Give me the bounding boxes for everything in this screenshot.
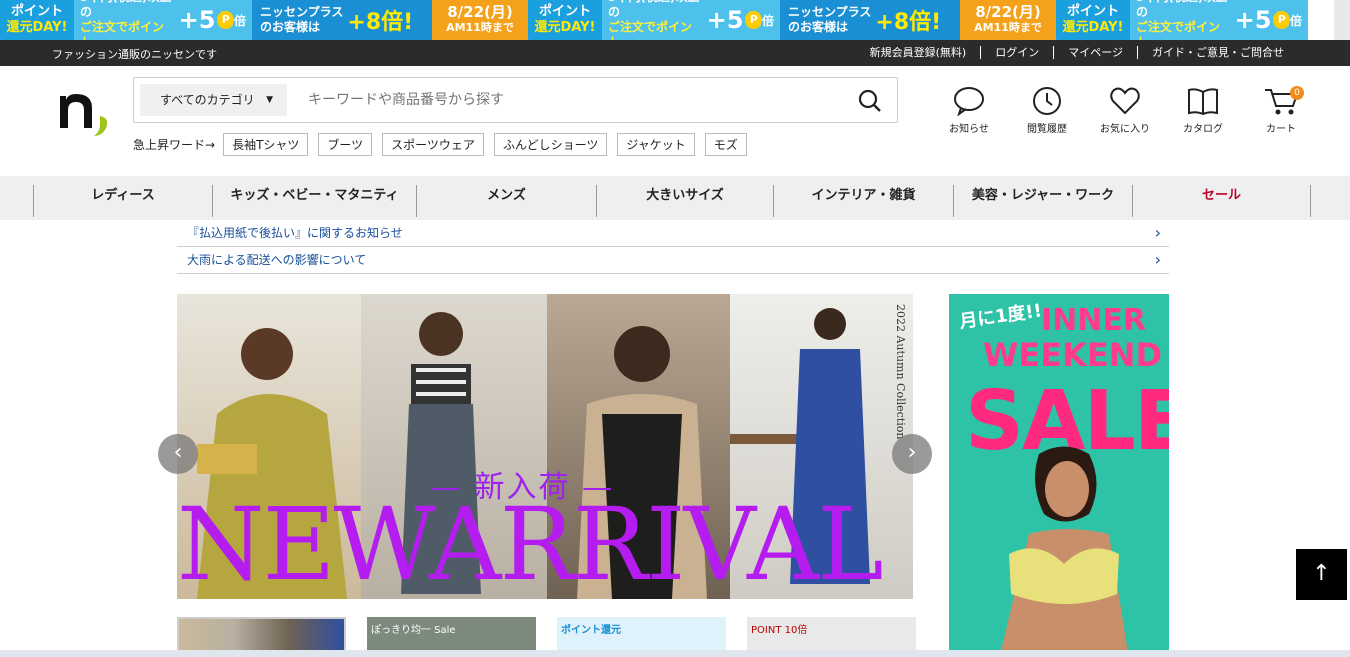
ad-monthly-label: 月に1度!! <box>958 300 1044 333</box>
catalog-button[interactable]: カタログ <box>1164 86 1242 135</box>
carousel-prev-button[interactable]: ‹ <box>158 434 198 474</box>
clock-icon <box>1033 87 1061 115</box>
search-input[interactable] <box>294 84 834 116</box>
favorites-button[interactable]: お気に入り <box>1086 86 1164 135</box>
point-condition: 5千円(税込)以上のご注文でポイント+5P倍 <box>602 0 780 40</box>
point-icon: P <box>745 11 762 29</box>
search-bar: すべてのカテゴリ ▼ <box>133 77 898 123</box>
chevron-down-icon: ▼ <box>266 95 273 105</box>
login-link[interactable]: ログイン <box>981 46 1055 59</box>
nav-interior[interactable]: インテリア・雑貨 <box>774 185 954 217</box>
heart-icon <box>1110 87 1140 115</box>
nissen-plus-offer: ニッセンプラス のお客様は +8倍! <box>780 0 960 40</box>
back-to-top-button[interactable]: ↑ <box>1296 549 1347 600</box>
notifications-button[interactable]: お知らせ <box>930 86 1008 135</box>
trend-chip[interactable]: スポーツウェア <box>382 133 484 156</box>
point-day-label: ポイント 還元DAY! <box>528 0 602 40</box>
trend-chip[interactable]: ブーツ <box>318 133 373 156</box>
deadline: 8/22(月) AM11時まで <box>960 0 1056 40</box>
mypage-link[interactable]: マイページ <box>1054 46 1138 59</box>
hero-title: NEWARRIVAL <box>177 486 884 600</box>
point-day-label: ポイント 還元DAY! <box>1056 0 1130 40</box>
trending-label: 急上昇ワード→ <box>133 138 216 152</box>
model-photo <box>999 446 1129 657</box>
guide-link[interactable]: ガイド・ご意見・ご問合せ <box>1138 46 1298 59</box>
history-button[interactable]: 閲覧履歴 <box>1008 86 1086 135</box>
point-icon: P <box>217 11 234 29</box>
trend-chip[interactable]: ふんどしショーツ <box>493 133 608 156</box>
point-icon: P <box>1273 11 1290 29</box>
horizontal-scrollbar[interactable] <box>0 650 1350 657</box>
header-icons: お知らせ 閲覧履歴 お気に入り カタログ 0 カート <box>930 86 1320 135</box>
trend-chip[interactable]: ジャケット <box>617 133 695 156</box>
ad-line1: INNER <box>1041 303 1146 338</box>
register-link[interactable]: 新規会員登録(無料) <box>856 46 982 59</box>
promo-segment[interactable]: ポイント還元DAY! 5千円(税込)以上のご注文でポイント+5P倍 ニッセンプラ… <box>528 0 1056 40</box>
nav-beauty-leisure-work[interactable]: 美容・レジャー・ワーク <box>954 185 1133 217</box>
trending-keywords: 急上昇ワード→ 長袖Tシャツ ブーツ スポーツウェア ふんどしショーツ ジャケッ… <box>133 133 757 156</box>
notice-item[interactable]: 『払込用紙で後払い』に関するお知らせ › <box>177 220 1169 247</box>
collection-label: 2022 Autumn Collection <box>894 304 907 440</box>
promo-banner[interactable]: ポイント還元DAY! 5千円(税込)以上のご注文でポイント+5P倍 ニッセンプラ… <box>0 0 1350 40</box>
cart-button[interactable]: 0 カート <box>1242 86 1320 135</box>
point-condition: 5千円(税込)以上のご注文でポイント+5P倍 <box>74 0 252 40</box>
category-nav: レディース キッズ・ベビー・マタニティ メンズ 大きいサイズ インテリア・雑貨 … <box>0 176 1350 220</box>
chat-bubble-icon <box>954 87 984 116</box>
promo-segment[interactable]: ポイント還元DAY! 5千円(税込)以上のご注文でポイント+5P倍 <box>1056 0 1308 40</box>
trend-chip[interactable]: 長袖Tシャツ <box>223 133 309 156</box>
top-bar: ファッション通販のニッセンです 新規会員登録(無料) ログイン マイページ ガイ… <box>0 40 1350 66</box>
nav-kids-baby-maternity[interactable]: キッズ・ベビー・マタニティ <box>213 185 417 217</box>
nissen-logo[interactable] <box>56 88 112 138</box>
deadline: 8/22(月) AM11時まで <box>432 0 528 40</box>
nav-mens[interactable]: メンズ <box>417 185 597 217</box>
book-icon <box>1188 88 1218 116</box>
point-day-label: ポイント 還元DAY! <box>0 0 74 40</box>
hero-carousel[interactable]: 2022 Autumn Collection — 新入荷 — NEWARRIVA… <box>177 294 913 599</box>
nav-sale[interactable]: セール <box>1133 185 1311 217</box>
carousel-next-button[interactable]: › <box>892 434 932 474</box>
ad-line2: WEEKEND <box>983 336 1163 374</box>
nissen-plus-offer: ニッセンプラス のお客様は +8倍! <box>252 0 432 40</box>
account-links: 新規会員登録(無料) ログイン マイページ ガイド・ご意見・ご問合せ <box>856 46 1298 59</box>
inner-weekend-sale-banner[interactable]: 月に1度!! INNER WEEKEND SALE <box>949 294 1169 657</box>
site-tagline: ファッション通販のニッセンです <box>52 48 217 61</box>
cart-count-badge: 0 <box>1290 86 1304 100</box>
search-icon[interactable] <box>857 88 883 114</box>
point-condition: 5千円(税込)以上のご注文でポイント+5P倍 <box>1130 0 1308 40</box>
trend-chip[interactable]: モズ <box>704 133 747 156</box>
category-select[interactable]: すべてのカテゴリ ▼ <box>140 84 287 116</box>
notice-item[interactable]: 大雨による配送への影響について › <box>177 247 1169 274</box>
promo-segment[interactable]: ポイント還元DAY! 5千円(税込)以上のご注文でポイント+5P倍 ニッセンプラ… <box>0 0 528 40</box>
notice-list: 『払込用紙で後払い』に関するお知らせ › 大雨による配送への影響について › <box>177 220 1169 274</box>
scrollbar[interactable] <box>1334 0 1350 40</box>
nav-ladies[interactable]: レディース <box>34 185 213 217</box>
chevron-right-icon: › <box>1154 250 1161 269</box>
nav-large-sizes[interactable]: 大きいサイズ <box>597 185 774 217</box>
chevron-right-icon: › <box>1154 223 1161 242</box>
